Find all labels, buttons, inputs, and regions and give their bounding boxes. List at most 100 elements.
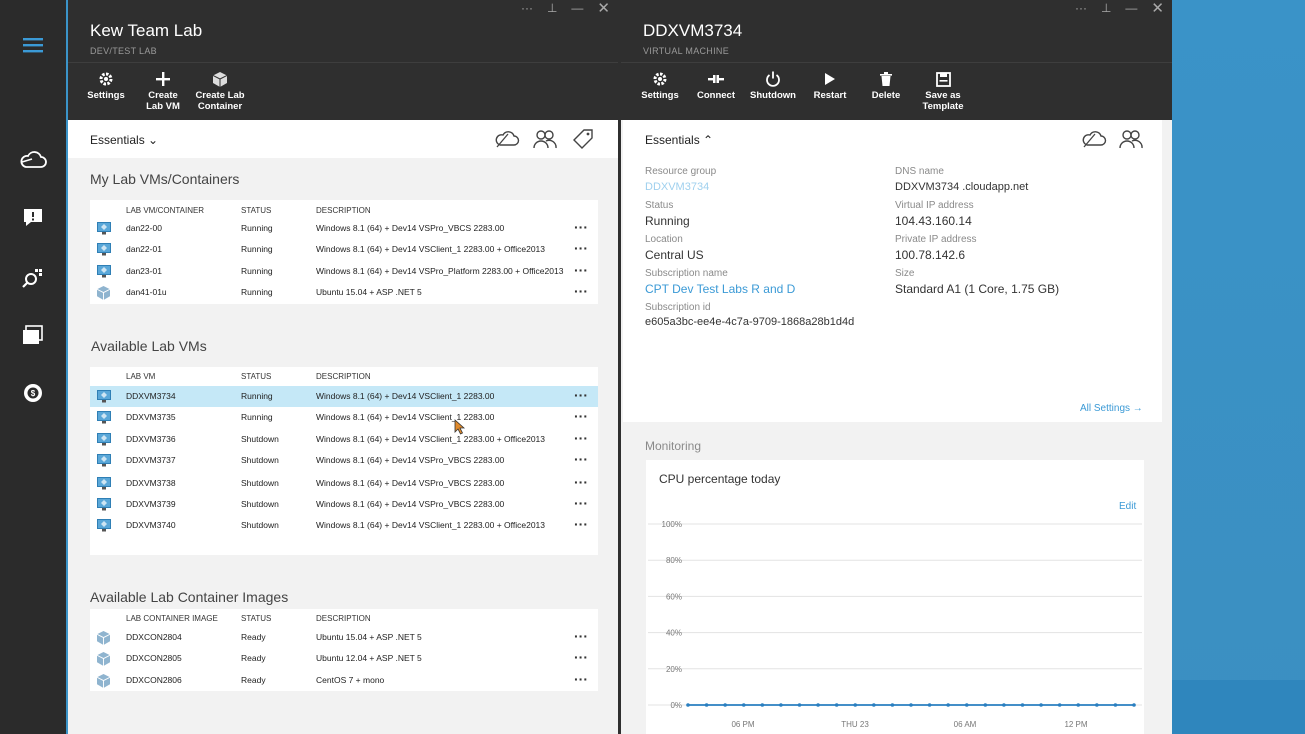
connect-button[interactable]: Connect	[688, 70, 744, 101]
cloud-icon[interactable]	[16, 143, 50, 177]
more-actions-icon[interactable]: ···	[574, 495, 588, 511]
row-status: Running	[241, 412, 273, 422]
row-name: dan22-00	[126, 223, 162, 233]
row-description: CentOS 7 + mono	[316, 675, 385, 685]
data-point	[927, 703, 932, 707]
row-name: DDXCON2806	[126, 675, 182, 685]
pin-icon[interactable]: ⊥	[547, 1, 557, 15]
window-controls: ··· ⊥ — ✕	[521, 0, 610, 17]
data-point	[1002, 703, 1006, 707]
prop-label: Size	[895, 268, 915, 279]
data-point	[834, 703, 839, 707]
windows-icon[interactable]	[16, 318, 50, 352]
more-icon[interactable]: ···	[1075, 1, 1087, 15]
shutdown-button[interactable]: Shutdown	[745, 70, 801, 101]
data-point	[909, 703, 913, 707]
table-row[interactable]: dan41-01u Running Ubuntu 15.04 + ASP .NET …	[90, 282, 598, 303]
row-name: DDXVM3738	[126, 478, 176, 488]
notification-icon[interactable]	[16, 201, 50, 235]
trash-icon	[858, 70, 914, 88]
private-ip-value: 100.78.142.6	[895, 248, 966, 262]
column-header-description: DESCRIPTION	[316, 206, 371, 215]
vm-settings-button[interactable]: Settings	[632, 70, 688, 101]
vm-icon	[97, 411, 111, 426]
table-row[interactable]: dan22-01 Running Windows 8.1 (64) + Dev14 …	[90, 239, 598, 260]
table-row[interactable]: DDXVM3738 Shutdown Windows 8.1 (64) + Dev1…	[90, 473, 598, 494]
subscription-name-link[interactable]: CPT Dev Test Labs R and D	[645, 282, 795, 296]
cloud-upload-icon[interactable]	[494, 129, 520, 154]
more-actions-icon[interactable]: ···	[574, 516, 588, 532]
more-actions-icon[interactable]: ···	[574, 671, 588, 687]
create-lab-vm-button[interactable]: Create Lab VM	[135, 70, 191, 112]
table-row[interactable]: dan23-01 Running Windows 8.1 (64) + Dev14 …	[90, 261, 598, 282]
save-as-template-button[interactable]: Save as Template	[915, 70, 971, 112]
more-actions-icon[interactable]: ···	[574, 408, 588, 424]
users-icon[interactable]	[533, 129, 557, 154]
row-status: Shutdown	[241, 434, 279, 444]
row-description: Ubuntu 15.04 + ASP .NET 5	[316, 632, 422, 642]
data-point	[1113, 703, 1118, 707]
table-row[interactable]: DDXCON2805 Ready Ubuntu 12.04 + ASP .NET 5…	[90, 648, 598, 669]
tag-icon[interactable]	[572, 129, 594, 154]
table-row[interactable]: DDXVM3739 Shutdown Windows 8.1 (64) + Dev1…	[90, 494, 598, 515]
prop-label: Private IP address	[895, 234, 977, 245]
desktop-background-lower	[1172, 680, 1305, 734]
browse-search-icon[interactable]	[16, 260, 50, 294]
restart-button[interactable]: Restart	[802, 70, 858, 101]
row-name: DDXVM3735	[126, 412, 176, 422]
more-actions-icon[interactable]: ···	[574, 451, 588, 467]
create-lab-container-button[interactable]: Create Lab Container	[192, 70, 248, 112]
table-row[interactable]: DDXVM3734 Running Windows 8.1 (64) + Dev14…	[90, 386, 598, 407]
data-point	[853, 703, 858, 707]
table-row[interactable]: DDXCON2806 Ready CentOS 7 + mono ···	[90, 670, 598, 691]
row-description: Windows 8.1 (64) + Dev14 VSClient_1 2283…	[316, 391, 495, 401]
close-icon[interactable]: ✕	[597, 0, 610, 17]
table-row[interactable]: DDXVM3737 Shutdown Windows 8.1 (64) + Dev1…	[90, 450, 598, 471]
more-actions-icon[interactable]: ···	[574, 240, 588, 256]
more-actions-icon[interactable]: ···	[574, 474, 588, 490]
row-status: Shutdown	[241, 520, 279, 530]
cloud-upload-icon[interactable]	[1081, 129, 1107, 154]
table-row[interactable]: dan22-00 Running Windows 8.1 (64) + Dev14 …	[90, 218, 598, 239]
column-header-name: LAB VM/CONTAINER	[126, 206, 205, 215]
row-name: DDXCON2804	[126, 632, 182, 642]
delete-button[interactable]: Delete	[858, 70, 914, 101]
vm-essentials-toggle[interactable]: Essentials ⌃	[645, 133, 713, 147]
vm-icon	[97, 265, 111, 280]
close-icon[interactable]: ✕	[1151, 0, 1164, 17]
settings-button[interactable]: Settings	[78, 70, 134, 101]
more-actions-icon[interactable]: ···	[574, 219, 588, 235]
more-actions-icon[interactable]: ···	[574, 283, 588, 299]
row-status: Shutdown	[241, 455, 279, 465]
prop-label: DNS name	[895, 166, 944, 177]
essentials-toggle[interactable]: Essentials ⌄	[90, 133, 158, 147]
row-status: Running	[241, 287, 273, 297]
billing-icon[interactable]: $	[16, 376, 50, 410]
x-tick-label: 12 PM	[1064, 720, 1087, 729]
resource-group-link[interactable]: DDXVM3734	[645, 181, 709, 193]
row-description: Windows 8.1 (64) + Dev14 VSClient_1 2283…	[316, 520, 546, 530]
more-icon[interactable]: ···	[521, 1, 533, 15]
more-actions-icon[interactable]: ···	[574, 649, 588, 665]
more-actions-icon[interactable]: ···	[574, 430, 588, 446]
x-tick-label: 06 AM	[954, 720, 977, 729]
minimize-icon[interactable]: —	[571, 1, 583, 15]
table-row[interactable]: DDXVM3736 Shutdown Windows 8.1 (64) + Dev1…	[90, 429, 598, 450]
desktop-background	[1172, 0, 1305, 734]
data-point	[872, 703, 876, 707]
more-actions-icon[interactable]: ···	[574, 628, 588, 644]
all-settings-link[interactable]: All Settings →	[1080, 403, 1143, 414]
data-point	[1076, 703, 1081, 707]
hamburger-menu-icon[interactable]	[16, 28, 50, 62]
data-point	[704, 703, 709, 707]
table-row[interactable]: DDXVM3740 Shutdown Windows 8.1 (64) + Dev1…	[90, 515, 598, 536]
minimize-icon[interactable]: —	[1125, 1, 1137, 15]
more-actions-icon[interactable]: ···	[574, 262, 588, 278]
more-actions-icon[interactable]: ···	[574, 387, 588, 403]
table-row[interactable]: DDXCON2804 Ready Ubuntu 15.04 + ASP .NET 5…	[90, 627, 598, 648]
users-icon[interactable]	[1119, 129, 1143, 154]
row-name: dan41-01u	[126, 287, 167, 297]
table-row[interactable]: DDXVM3735 Running Windows 8.1 (64) + Dev14…	[90, 407, 598, 428]
pin-icon[interactable]: ⊥	[1101, 1, 1111, 15]
lab-blade-header: ··· ⊥ — ✕ Kew Team Lab DEV/TEST LAB Sett…	[68, 0, 618, 120]
